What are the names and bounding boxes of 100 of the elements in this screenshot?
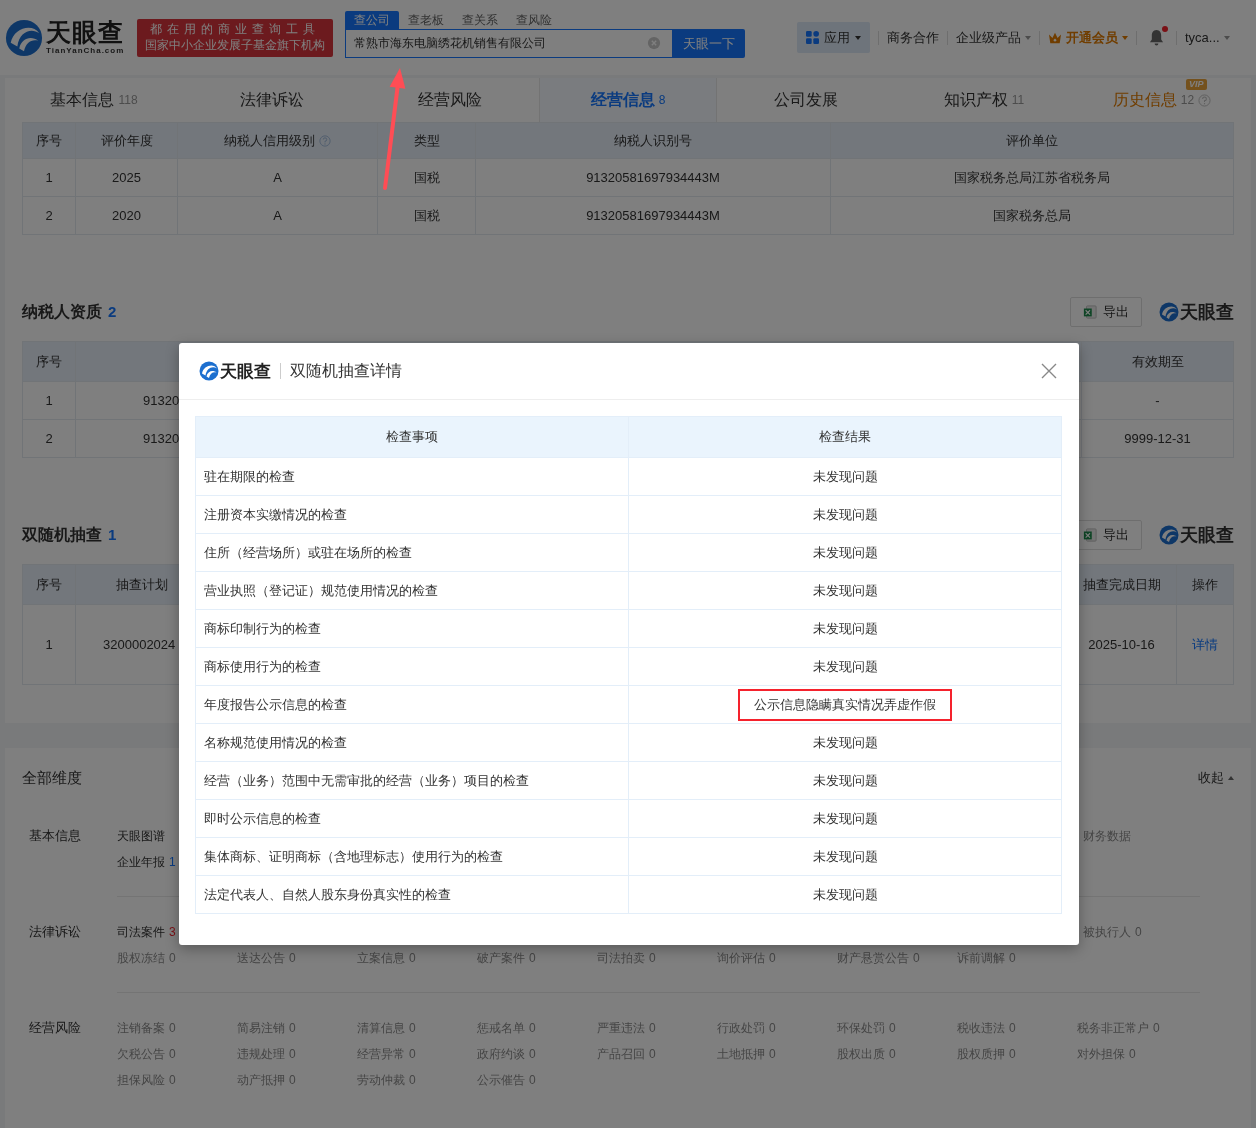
logo-icon <box>1159 302 1179 322</box>
nav-link[interactable]: 商务合作 <box>887 28 939 47</box>
table-cell: 2020 <box>76 197 178 235</box>
excel-icon <box>1083 305 1097 319</box>
table-cell: 法定代表人、自然人股东身份真实性的检查 <box>196 876 629 914</box>
result-text: 未发现问题 <box>811 581 879 600</box>
detail-link[interactable]: 详情 <box>1192 635 1218 654</box>
table-cell: 营业执照（登记证）规范使用情况的检查 <box>196 572 629 610</box>
header-cell: 评价单位 <box>831 123 1234 159</box>
table-cell: 国家税务总局江苏省税务局 <box>831 159 1234 197</box>
slogan-line: 都在用的商业查询工具 <box>150 22 320 37</box>
logo-domain: TianYanCha.com <box>46 47 125 55</box>
table-cell: 集体商标、证明商标（含地理标志）使用行为的检查 <box>196 838 629 876</box>
caret-icon <box>855 35 861 40</box>
search-tab[interactable]: 查老板 <box>399 11 453 29</box>
table-cell: 1 <box>23 382 76 420</box>
table-cell: 2025 <box>76 159 178 197</box>
table-cell: 9999-12-31 <box>1082 420 1234 458</box>
table-cell: 91320581697934443M <box>476 197 831 235</box>
modal-title: 双随机抽查详情 <box>290 360 403 381</box>
table-cell: 国税 <box>378 159 476 197</box>
header-cell: 有效期至 <box>1082 342 1234 382</box>
table-cell: 经营（业务）范围中无需审批的经营（业务）项目的检查 <box>196 762 629 800</box>
header-cell: 纳税人信用级别 <box>178 123 378 159</box>
close-icon[interactable] <box>1041 363 1057 379</box>
table-cell: A <box>178 159 378 197</box>
header-cell: 操作 <box>1177 565 1234 605</box>
dimension-item[interactable]: 企业年报 1 <box>117 849 176 875</box>
result-text: 未发现问题 <box>811 809 879 828</box>
logo-text: 天眼查 <box>220 360 271 383</box>
result-text: 未发现问题 <box>811 733 879 752</box>
header-cell: 序号 <box>23 565 76 605</box>
table-cell: 驻在期限的检查 <box>196 458 629 496</box>
table-cell: 商标印制行为的检查 <box>196 610 629 648</box>
header-cell: 评价年度 <box>76 123 178 159</box>
table-cell: 注册资本实缴情况的检查 <box>196 496 629 534</box>
table-cell: 名称规范使用情况的检查 <box>196 724 629 762</box>
table-cell: 1 <box>23 605 76 685</box>
table-cell: 国税 <box>378 197 476 235</box>
section-tab[interactable]: 公司发展 <box>717 78 895 122</box>
table-cell: 91320581697934443M <box>476 159 831 197</box>
table-cell: 商标使用行为的检查 <box>196 648 629 686</box>
table-cell: 2 <box>23 420 76 458</box>
header-cell: 序号 <box>23 123 76 159</box>
caret-icon <box>1122 35 1128 40</box>
header-cell: 序号 <box>23 342 76 382</box>
logo-text: 天眼查 <box>1180 301 1234 324</box>
apps-button[interactable]: 应用 <box>797 22 870 53</box>
result-text: 未发现问题 <box>811 657 879 676</box>
header-cell: 检查结果 <box>629 417 1062 458</box>
dimension-item[interactable]: 天眼图谱 <box>117 823 165 849</box>
vip-link[interactable]: 开通会员 <box>1048 28 1128 47</box>
result-text: 未发现问题 <box>811 543 879 562</box>
search-tab[interactable]: 查公司 <box>345 11 399 29</box>
group-label: 经营风险 <box>28 1019 82 1037</box>
table-cell: 2 <box>23 197 76 235</box>
search-tab[interactable]: 查关系 <box>453 11 507 29</box>
dimension-item[interactable]: 司法案件 3 <box>117 919 176 945</box>
search-button[interactable]: 天眼一下 <box>673 29 745 58</box>
section-title: 双随机抽查 <box>22 524 102 545</box>
logo-text: 天眼查 <box>46 20 125 45</box>
panel-title: 全部维度 <box>22 768 82 788</box>
caret-icon <box>1025 35 1031 40</box>
header-cell: 类型 <box>378 123 476 159</box>
collapse-toggle[interactable]: 收起 <box>1198 769 1234 787</box>
section-tab[interactable]: 经营信息 8 <box>539 78 717 122</box>
result-text: 未发现问题 <box>811 619 879 638</box>
section-count: 1 <box>108 525 117 543</box>
result-text: 未发现问题 <box>811 847 879 866</box>
table-cell: 住所（经营场所）或驻在场所的检查 <box>196 534 629 572</box>
bell-icon[interactable] <box>1149 29 1164 46</box>
excel-icon <box>1083 528 1097 542</box>
section-tab[interactable]: 法律诉讼 <box>183 78 361 122</box>
result-text: 未发现问题 <box>811 771 879 790</box>
slogan-line: 国家中小企业发展子基金旗下机构 <box>145 38 325 53</box>
result-text: 未发现问题 <box>811 505 879 524</box>
vip-badge: VIP <box>1186 79 1207 90</box>
result-text: 未发现问题 <box>811 885 879 904</box>
header-cell: 检查事项 <box>196 417 629 458</box>
caret-icon <box>1223 35 1230 40</box>
section-count: 2 <box>108 302 117 320</box>
apps-grid-icon <box>806 31 819 44</box>
table-cell: - <box>1082 382 1234 420</box>
logo-icon <box>1159 525 1179 545</box>
table-cell: A <box>178 197 378 235</box>
user-menu[interactable]: tyca... <box>1185 30 1230 45</box>
group-label: 基本信息 <box>28 827 82 845</box>
result-text: 未发现问题 <box>811 467 879 486</box>
logo-icon <box>199 361 219 381</box>
logo-icon <box>5 18 43 57</box>
search-field[interactable]: 常熟市海东电脑绣花机销售有限公司 <box>345 29 673 58</box>
export-button[interactable]: 导出 <box>1070 297 1142 327</box>
header-cell: 纳税人识别号 <box>476 123 831 159</box>
nav-dropdown[interactable]: 企业级产品 <box>956 28 1031 47</box>
table-cell: 国家税务总局 <box>831 197 1234 235</box>
table-cell: 即时公示信息的检查 <box>196 800 629 838</box>
table-cell: 年度报告公示信息的检查 <box>196 686 629 724</box>
group-label: 法律诉讼 <box>28 923 82 941</box>
search-tab[interactable]: 查风险 <box>507 11 561 29</box>
section-tab[interactable]: 经营风险 <box>361 78 539 122</box>
